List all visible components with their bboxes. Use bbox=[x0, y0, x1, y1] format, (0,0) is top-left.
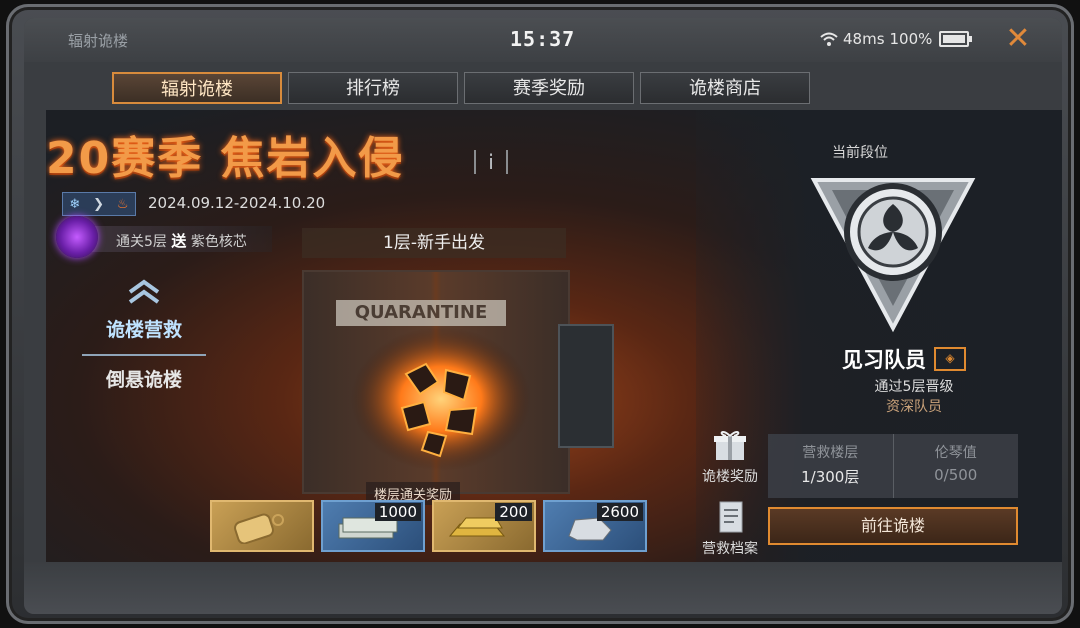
tab-bar: 辐射诡楼 排行榜 赛季奖励 诡楼商店 bbox=[112, 72, 810, 104]
rank-name-text: 见习队员 bbox=[842, 348, 926, 372]
rank-promo-line: 通过5层晋级 bbox=[874, 379, 954, 395]
stat-rescue-floor: 营救楼层 1/300层 bbox=[768, 434, 893, 498]
purple-core-icon bbox=[56, 216, 98, 258]
stat-label: 伦琴值 bbox=[934, 445, 977, 461]
tab-season-rewards[interactable]: 赛季奖励 bbox=[464, 72, 634, 104]
snowflake-icon: ❄ bbox=[69, 196, 81, 212]
promo-text: 通关5层 送 紫色核芯 bbox=[116, 230, 247, 251]
floor-label: 1层-新手出发 bbox=[302, 228, 566, 258]
device-frame: 辐射诡楼 15:37 48ms 100% ✕ 辐射诡楼 排行榜 赛季奖励 诡楼商… bbox=[6, 4, 1074, 624]
game-screen: 辐射诡楼 15:37 48ms 100% ✕ 辐射诡楼 排行榜 赛季奖励 诡楼商… bbox=[24, 18, 1062, 614]
rank-info-icon[interactable]: ◈ bbox=[934, 347, 966, 371]
close-icon[interactable]: ✕ bbox=[1002, 24, 1034, 56]
reward-item[interactable] bbox=[210, 500, 314, 552]
go-to-tower-button[interactable]: 前往诡楼 bbox=[768, 507, 1018, 545]
stat-value: 1/300层 bbox=[801, 468, 860, 486]
stat-value: 0/500 bbox=[934, 466, 978, 484]
chevron-right-icon: ❯ bbox=[93, 196, 105, 212]
rank-title: 当前段位 bbox=[832, 145, 888, 161]
rank-name: 见习队员 ◈ bbox=[842, 344, 966, 374]
fire-icon: ♨ bbox=[116, 196, 129, 212]
battery-icon bbox=[939, 31, 973, 47]
tab-leaderboard[interactable]: 排行榜 bbox=[288, 72, 458, 104]
document-icon bbox=[719, 501, 743, 533]
season-title: 20赛季 焦岩入侵 bbox=[46, 133, 405, 184]
rescue-archive-button[interactable]: 营救档案 bbox=[692, 500, 768, 558]
side-nav: 诡楼营救 倒悬诡楼 bbox=[82, 278, 206, 404]
quarantine-sign: QUARANTINE bbox=[336, 300, 506, 326]
nav-inverted-tower[interactable]: 倒悬诡楼 bbox=[82, 356, 206, 404]
lava-crack-icon bbox=[351, 327, 531, 471]
tab-tower-shop[interactable]: 诡楼商店 bbox=[640, 72, 810, 104]
network-status: 48ms 100% bbox=[820, 30, 973, 48]
status-bar: 辐射诡楼 15:37 48ms 100% ✕ bbox=[24, 18, 1062, 62]
next-rank: 资深队员 bbox=[886, 399, 942, 415]
season-badge: ❄ ❯ ♨ bbox=[62, 192, 136, 216]
clock: 15:37 bbox=[510, 27, 576, 51]
nav-tower-rescue[interactable]: 诡楼营救 bbox=[82, 306, 206, 356]
stats-box: 营救楼层 1/300层 伦琴值 0/500 bbox=[768, 434, 1018, 498]
reward-item[interactable]: 1000 bbox=[321, 500, 425, 552]
reward-list: 1000 200 2600 bbox=[210, 500, 647, 552]
wifi-icon bbox=[820, 32, 838, 46]
season-dates: 2024.09.12-2024.10.20 bbox=[148, 194, 326, 212]
tower-reward-label: 诡楼奖励 bbox=[702, 469, 758, 485]
reward-item[interactable]: 2600 bbox=[543, 500, 647, 552]
reward-count: 2600 bbox=[596, 503, 643, 521]
stat-roentgen: 伦琴值 0/500 bbox=[892, 434, 1019, 498]
stat-label: 营救楼层 bbox=[802, 445, 859, 461]
reward-item[interactable]: 200 bbox=[432, 500, 536, 552]
ping-text: 48ms bbox=[843, 30, 885, 48]
tab-radiation-tower[interactable]: 辐射诡楼 bbox=[112, 72, 282, 104]
app-title: 辐射诡楼 bbox=[68, 32, 129, 50]
elevator-keypad bbox=[558, 324, 614, 448]
rank-emblem-icon bbox=[810, 178, 976, 333]
reward-count: 200 bbox=[495, 503, 532, 521]
gift-icon bbox=[714, 430, 746, 460]
reward-count: 1000 bbox=[374, 503, 421, 521]
chevron-up-icon bbox=[128, 279, 160, 304]
rescue-archive-label: 营救档案 bbox=[702, 541, 758, 557]
info-icon[interactable]: i bbox=[474, 150, 508, 174]
battery-text: 100% bbox=[889, 30, 933, 48]
bottom-bar bbox=[24, 562, 1062, 614]
promo-item: 紫色核芯 bbox=[190, 234, 247, 250]
dog-tag-icon bbox=[234, 513, 284, 544]
tower-reward-button[interactable]: 诡楼奖励 bbox=[692, 428, 768, 486]
promo-send: 送 bbox=[171, 232, 187, 250]
promo-prefix: 通关5层 bbox=[116, 234, 167, 250]
